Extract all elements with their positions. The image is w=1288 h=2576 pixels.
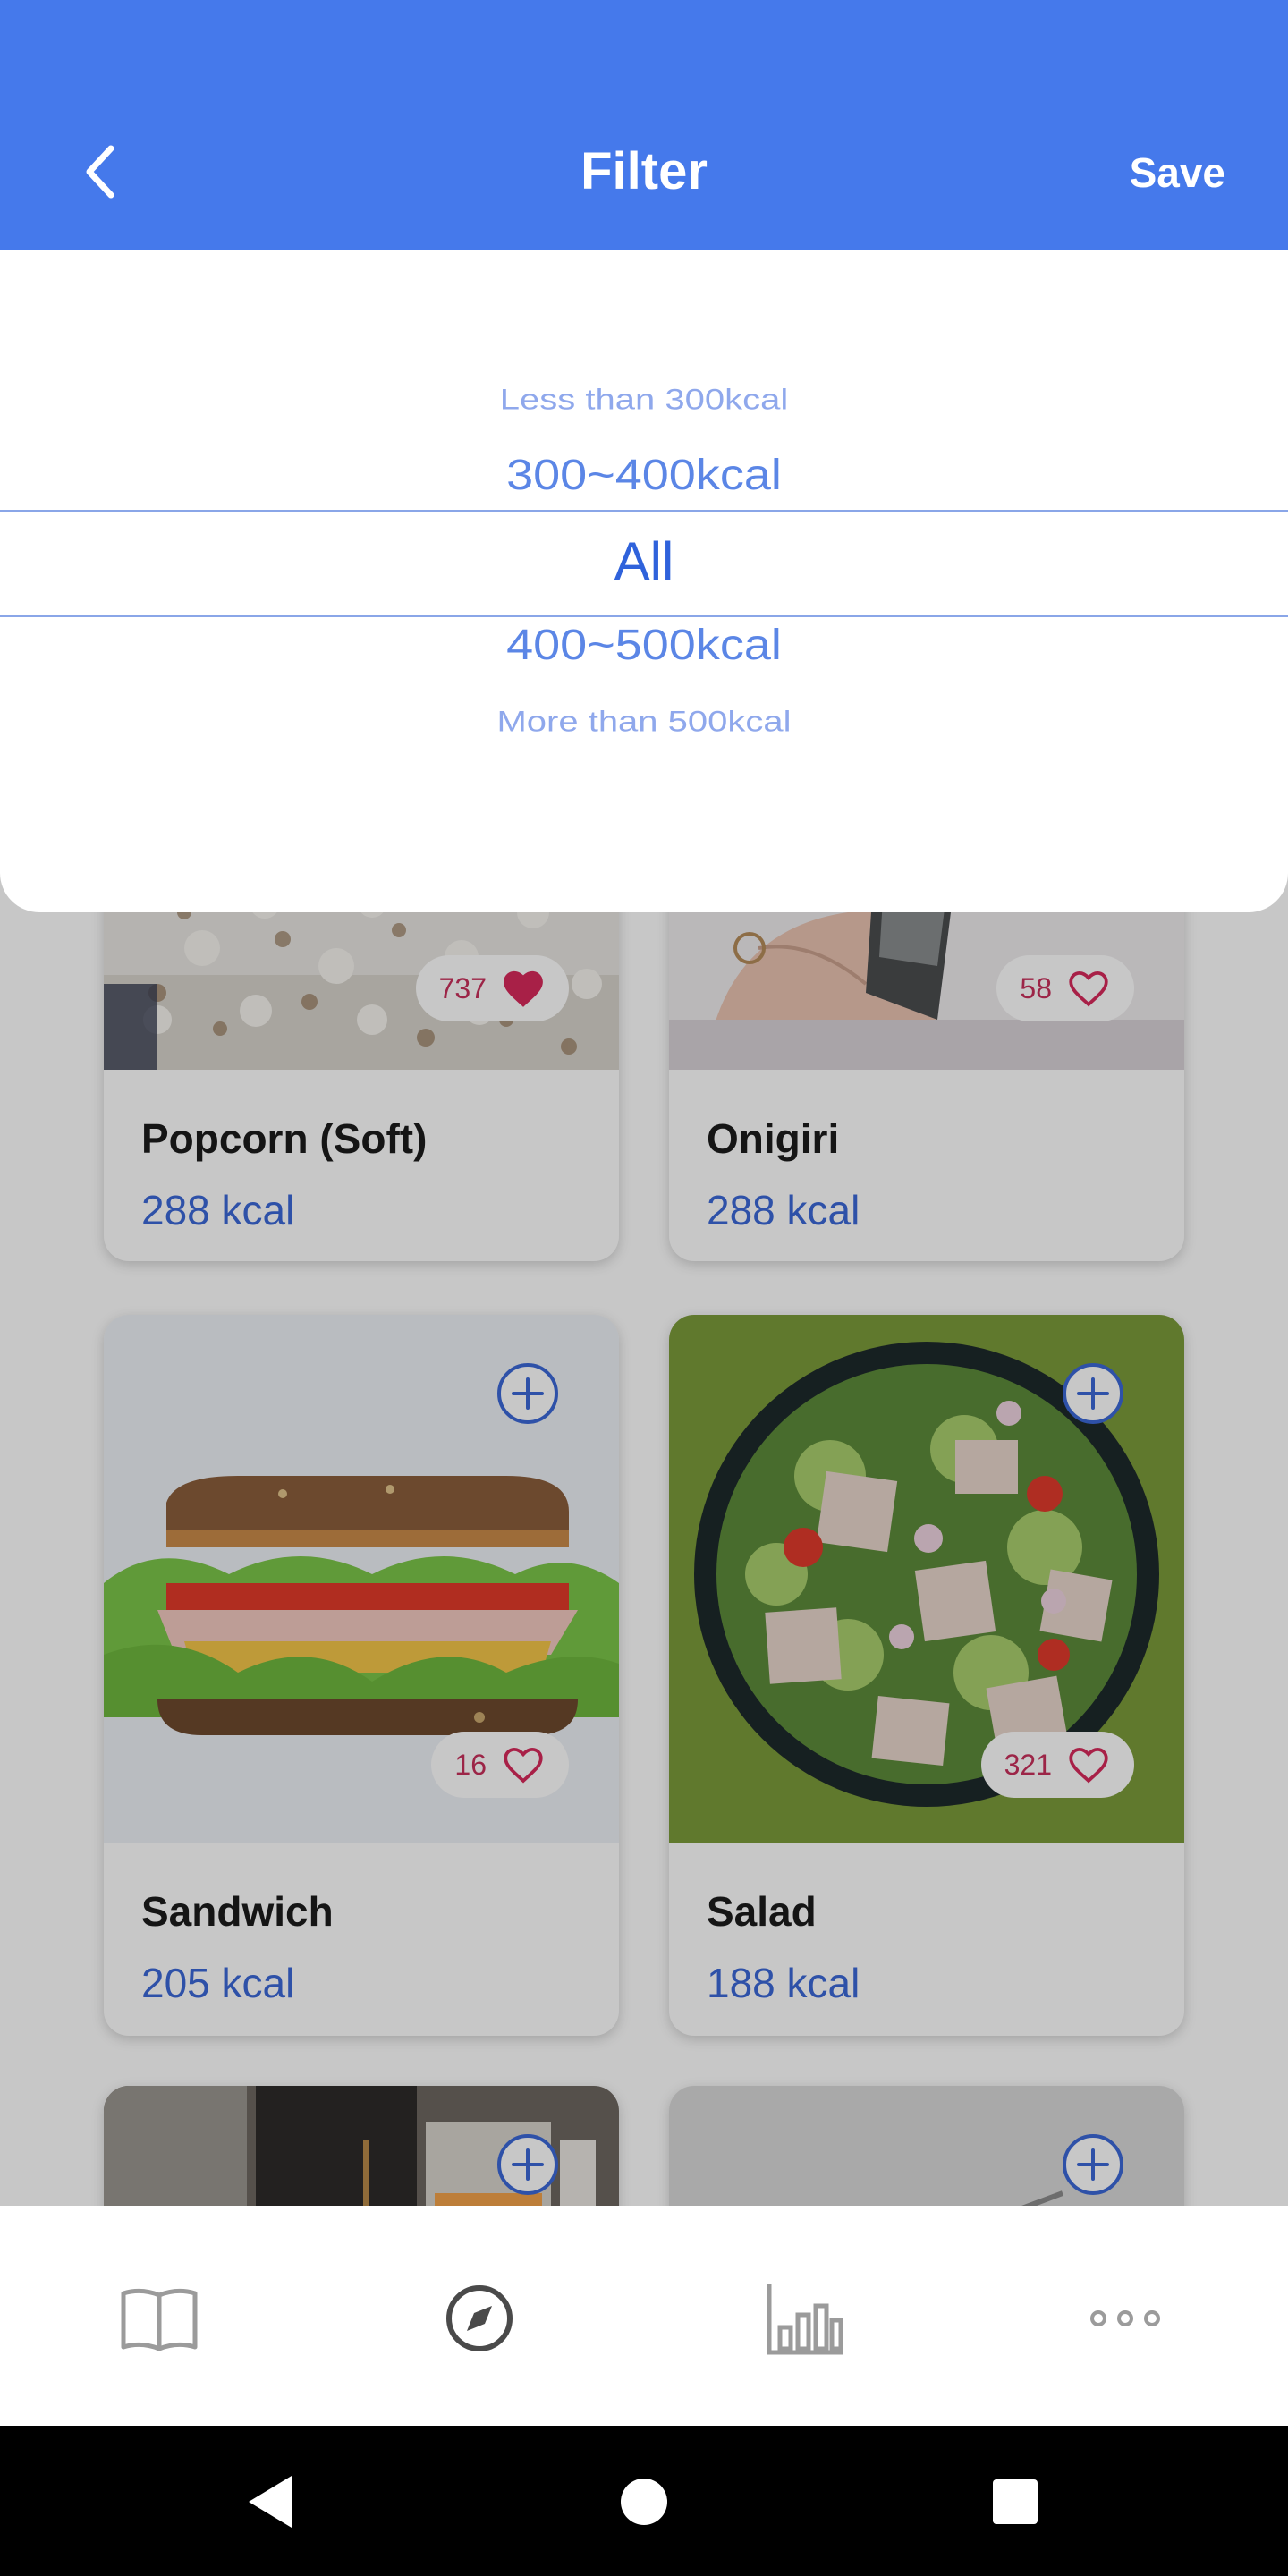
picker-option-selected[interactable]: All — [0, 530, 1288, 592]
picker-option[interactable]: 300~400kcal — [0, 450, 1288, 500]
bar-chart-icon[interactable] — [762, 2275, 848, 2361]
page-title: Filter — [580, 142, 708, 200]
book-icon[interactable] — [116, 2275, 202, 2361]
picker-selection-bottom-line — [0, 615, 1288, 617]
system-navigation-bar — [0, 2426, 1288, 2576]
recents-square-icon[interactable] — [975, 2462, 1055, 2542]
compass-icon[interactable] — [436, 2275, 522, 2361]
more-icon[interactable] — [1082, 2275, 1168, 2361]
picker-option[interactable]: Less than 300kcal — [0, 385, 1288, 417]
home-circle-icon[interactable] — [604, 2462, 684, 2542]
picker-option[interactable]: 400~500kcal — [0, 620, 1288, 670]
calorie-filter-picker[interactable]: Less than 300kcal 300~400kcal All 400~50… — [0, 250, 1288, 912]
picker-selection-top-line — [0, 510, 1288, 512]
back-triangle-icon[interactable] — [229, 2462, 309, 2542]
bottom-navigation — [0, 2206, 1288, 2426]
app-header: Filter Save — [0, 0, 1288, 250]
picker-option[interactable]: More than 500kcal — [0, 707, 1288, 739]
save-button[interactable]: Save — [1130, 148, 1225, 197]
